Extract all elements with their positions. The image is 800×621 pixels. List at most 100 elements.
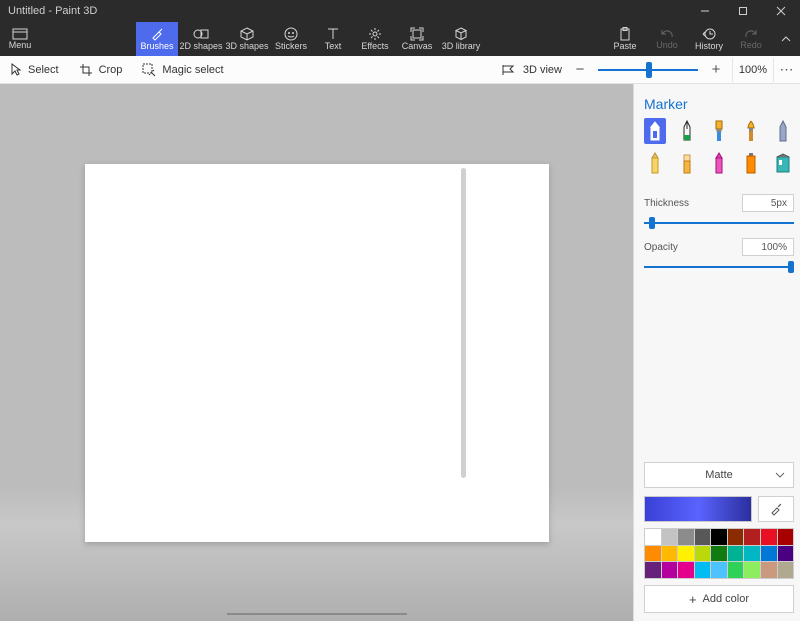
3d-view-toggle[interactable]: 3D view	[491, 56, 572, 83]
color-swatch[interactable]	[744, 529, 760, 545]
color-swatch[interactable]	[761, 529, 777, 545]
ribbon-3d-library[interactable]: 3D library	[438, 22, 484, 56]
effects-icon	[368, 27, 382, 41]
color-swatch[interactable]	[695, 546, 711, 562]
zoom-controls: − +	[572, 61, 732, 78]
color-swatch[interactable]	[645, 529, 661, 545]
canvas-icon	[410, 27, 424, 41]
undo-icon	[660, 28, 674, 40]
crop-icon	[79, 63, 93, 77]
canvas-area[interactable]	[0, 84, 633, 621]
close-button[interactable]	[762, 0, 800, 22]
color-swatch[interactable]	[678, 562, 694, 578]
ribbon-2d-shapes[interactable]: 2D shapes	[178, 22, 224, 56]
color-swatch[interactable]	[645, 546, 661, 562]
tool-spray-can[interactable]	[740, 150, 762, 176]
color-swatch[interactable]	[728, 529, 744, 545]
plus-icon: +	[689, 592, 697, 607]
ribbon-redo[interactable]: Redo	[730, 22, 772, 56]
ribbon-stickers[interactable]: Stickers	[270, 22, 312, 56]
magic-select-icon	[142, 63, 156, 77]
tool-crayon[interactable]	[708, 150, 730, 176]
ribbon-brushes[interactable]: Brushes	[136, 22, 178, 56]
thickness-slider[interactable]	[644, 216, 794, 230]
ribbon-collapse[interactable]	[772, 22, 800, 56]
color-swatch[interactable]	[678, 546, 694, 562]
color-swatch[interactable]	[778, 562, 794, 578]
maximize-button[interactable]	[724, 0, 762, 22]
redo-icon	[744, 28, 758, 40]
ribbon-undo[interactable]: Undo	[646, 22, 688, 56]
watercolor-icon	[746, 120, 756, 142]
panel-title: Marker	[644, 92, 794, 118]
tool-oil-brush[interactable]	[708, 118, 730, 144]
ribbon: Menu Brushes 2D shapes 3D shapes Sticker…	[0, 22, 800, 56]
canvas-scrollbar[interactable]	[461, 168, 466, 478]
canvas[interactable]	[85, 164, 549, 542]
color-swatch[interactable]	[728, 546, 744, 562]
color-swatch[interactable]	[761, 562, 777, 578]
color-swatch[interactable]	[744, 562, 760, 578]
color-swatch[interactable]	[711, 529, 727, 545]
color-swatch[interactable]	[761, 546, 777, 562]
current-color[interactable]	[644, 496, 752, 522]
ribbon-3d-shapes[interactable]: 3D shapes	[224, 22, 270, 56]
ribbon-paste[interactable]: Paste	[604, 22, 646, 56]
flag-icon	[501, 64, 517, 76]
zoom-in-button[interactable]: +	[708, 61, 724, 78]
tool-calligraphy-pen[interactable]	[676, 118, 698, 144]
color-swatch[interactable]	[695, 562, 711, 578]
eyedropper-button[interactable]	[758, 496, 794, 522]
color-swatch[interactable]	[711, 562, 727, 578]
window-title: Untitled - Paint 3D	[8, 5, 97, 17]
tool-grid	[644, 118, 794, 176]
opacity-slider[interactable]	[644, 260, 794, 274]
tool-watercolor[interactable]	[740, 118, 762, 144]
stickers-icon	[284, 27, 298, 41]
fill-icon	[776, 153, 790, 173]
color-swatch[interactable]	[662, 529, 678, 545]
color-swatch[interactable]	[662, 546, 678, 562]
2d-shapes-icon	[193, 27, 209, 41]
spray-can-icon	[746, 152, 756, 174]
tool-pencil[interactable]	[644, 150, 666, 176]
tool-eraser[interactable]	[676, 150, 698, 176]
timeline-scrubber[interactable]	[227, 613, 407, 615]
pointer-icon	[10, 63, 22, 77]
minimize-button[interactable]	[686, 0, 724, 22]
select-tool[interactable]: Select	[0, 56, 69, 83]
color-swatch[interactable]	[645, 562, 661, 578]
thickness-input[interactable]: 5px	[742, 194, 794, 212]
color-swatch[interactable]	[778, 546, 794, 562]
tool-fill[interactable]	[772, 150, 794, 176]
color-swatch[interactable]	[711, 546, 727, 562]
side-panel: Marker	[633, 84, 800, 621]
zoom-value[interactable]: 100%	[732, 58, 774, 82]
eraser-icon	[683, 152, 691, 174]
eyedropper-icon	[769, 502, 783, 516]
zoom-out-button[interactable]: −	[572, 61, 588, 78]
ribbon-text[interactable]: Text	[312, 22, 354, 56]
color-swatch[interactable]	[695, 529, 711, 545]
color-swatch[interactable]	[778, 529, 794, 545]
hamburger-icon	[12, 28, 28, 40]
magic-select-tool[interactable]: Magic select	[132, 56, 233, 83]
color-swatch[interactable]	[728, 562, 744, 578]
toolbar-more[interactable]: ⋯	[774, 61, 800, 78]
crop-tool[interactable]: Crop	[69, 56, 133, 83]
tool-marker[interactable]	[644, 118, 666, 144]
brushes-icon	[150, 27, 164, 41]
tool-pixel-pen[interactable]	[772, 118, 794, 144]
toolbar: Select Crop Magic select 3D view − + 100…	[0, 56, 800, 84]
color-swatch[interactable]	[662, 562, 678, 578]
color-swatch[interactable]	[744, 546, 760, 562]
menu-button[interactable]: Menu	[0, 22, 40, 56]
add-color-button[interactable]: + Add color	[644, 585, 794, 613]
ribbon-history[interactable]: History	[688, 22, 730, 56]
ribbon-effects[interactable]: Effects	[354, 22, 396, 56]
zoom-slider[interactable]	[598, 69, 698, 71]
color-swatch[interactable]	[678, 529, 694, 545]
opacity-input[interactable]: 100%	[742, 238, 794, 256]
material-dropdown[interactable]: Matte	[644, 462, 794, 488]
ribbon-canvas[interactable]: Canvas	[396, 22, 438, 56]
